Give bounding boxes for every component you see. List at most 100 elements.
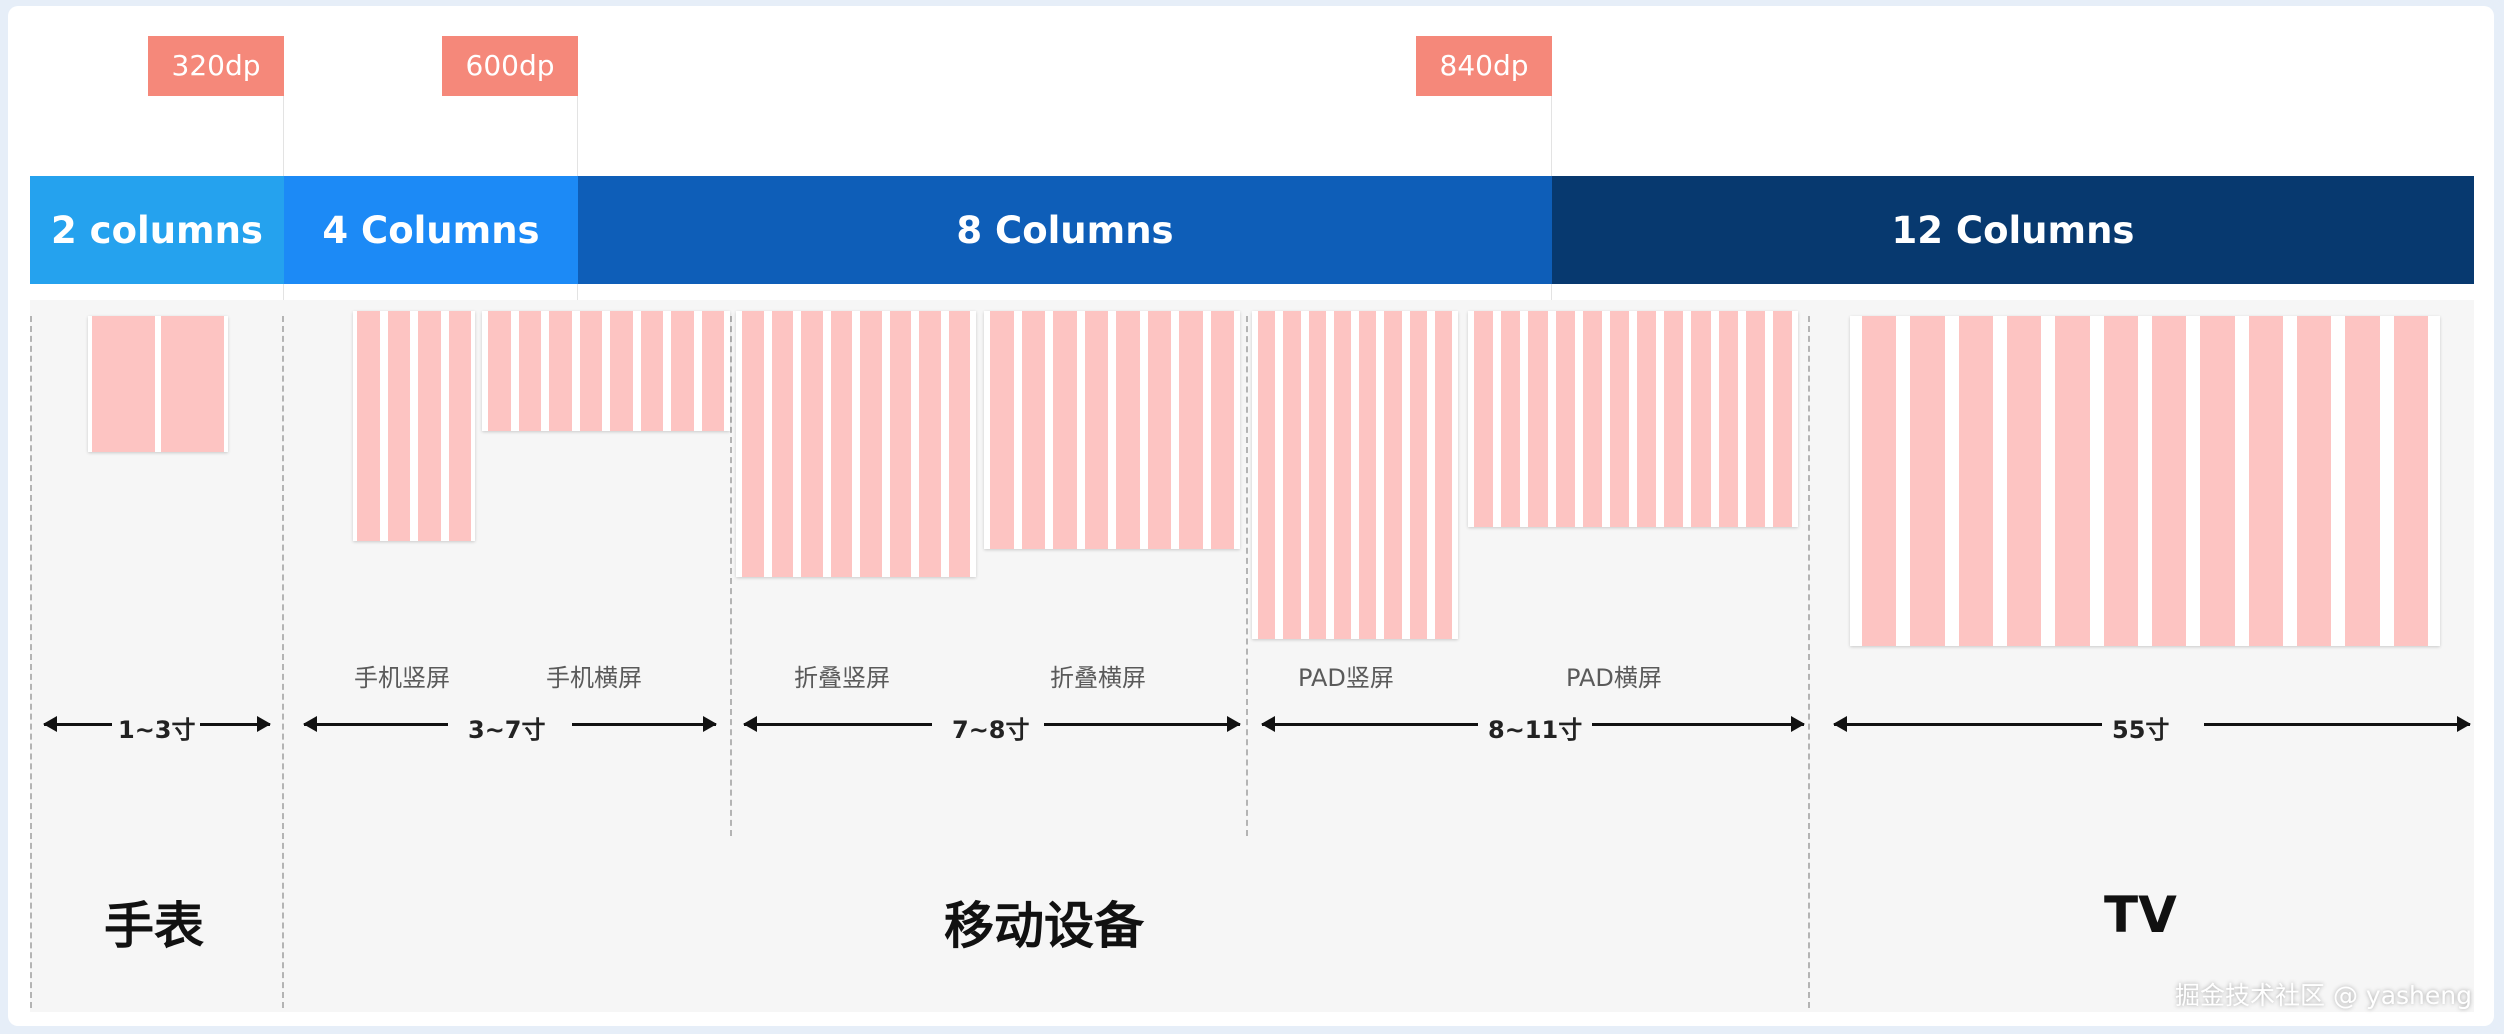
size-arrow-left	[743, 716, 932, 732]
grid-column	[1084, 311, 1108, 549]
grid-column	[1434, 311, 1452, 639]
grid-column	[2393, 316, 2428, 646]
grid-gutter	[1992, 316, 2007, 646]
grid-gutter	[1493, 311, 1502, 527]
grid-column	[1308, 311, 1326, 639]
grid-column	[1691, 311, 1711, 527]
grid-column	[418, 311, 441, 541]
grid-column	[1283, 311, 1301, 639]
grid-column	[1958, 316, 1993, 646]
size-arrow-left	[1261, 716, 1478, 732]
grid-watch	[88, 316, 228, 452]
grid-pad-landscape	[1468, 311, 1798, 527]
grid-column	[1718, 311, 1738, 527]
grid-column	[1474, 311, 1494, 527]
grid-column	[1333, 311, 1351, 639]
grid-gutter	[1076, 311, 1085, 549]
grid-gutter	[663, 311, 671, 431]
device-label-fold-portrait: 折叠竖屏	[794, 664, 890, 692]
grid-column	[1910, 316, 1945, 646]
grid-column	[701, 311, 724, 431]
category-label-watch: 手表	[104, 897, 204, 955]
grid-gutter	[1171, 311, 1179, 549]
grid-gutter	[1601, 311, 1610, 527]
grid-gutter	[881, 311, 890, 577]
grid-fold-landscape	[984, 311, 1240, 549]
grid-gutter	[1944, 316, 1959, 646]
grid-column	[161, 316, 224, 452]
grid-column	[1772, 311, 1793, 527]
grid-column	[579, 311, 602, 431]
size-label-fold: 7~8寸	[952, 716, 1030, 744]
grid-column	[1862, 316, 1897, 646]
grid-gutter	[1300, 311, 1309, 639]
grid-gutter	[852, 311, 860, 577]
grid-gutter	[2331, 316, 2346, 646]
grid-gutter	[1013, 311, 1022, 549]
device-label-phone-landscape: 手机横屏	[546, 664, 642, 692]
grid-column	[2006, 316, 2042, 646]
grid-column	[549, 311, 572, 431]
grid-column	[919, 311, 941, 577]
grid-phone-portrait	[353, 311, 475, 541]
band-12-columns: 12 Columns	[1552, 176, 2474, 284]
device-label-phone-portrait: 手机竖屏	[354, 664, 450, 692]
grid-gutter	[2041, 316, 2056, 646]
grid-gutter	[2089, 316, 2104, 646]
grid-gutter	[2186, 316, 2201, 646]
grid-gutter	[822, 311, 831, 577]
size-arrow-right	[572, 716, 717, 732]
grid-column	[1179, 311, 1203, 549]
grid-gutter	[2282, 316, 2297, 646]
grid-gutter	[632, 311, 641, 431]
size-label-pad: 8~11寸	[1488, 716, 1583, 744]
band-8-columns: 8 Columns	[578, 176, 1552, 284]
device-label-pad-portrait: PAD竖屏	[1298, 664, 1394, 692]
grid-column	[387, 311, 410, 541]
grid-gutter	[1376, 311, 1385, 639]
grid-gutter	[1520, 311, 1529, 527]
grid-column	[488, 311, 511, 431]
size-label-tv: 55寸	[2112, 716, 2170, 744]
grid-column	[1637, 311, 1657, 527]
grid-gutter	[940, 311, 949, 577]
grid-column	[1664, 311, 1684, 527]
size-arrow-right	[1044, 716, 1241, 732]
grid-gutter	[911, 311, 919, 577]
grid-gutter	[1629, 311, 1638, 527]
grid-gutter	[693, 311, 702, 431]
grid-column	[671, 311, 694, 431]
grid-column	[2200, 316, 2235, 646]
size-arrow-left	[43, 716, 112, 732]
grid-phone-landscape	[482, 311, 730, 431]
grid-column	[1147, 311, 1171, 549]
size-arrow-right	[2204, 716, 2471, 732]
grid-gutter	[1896, 316, 1911, 646]
grid-column	[1258, 311, 1276, 639]
breakpoint-tag-840: 840dp	[1416, 36, 1552, 96]
grid-column	[1384, 311, 1402, 639]
grid-column	[948, 311, 970, 577]
device-label-pad-landscape: PAD横屏	[1566, 664, 1662, 692]
grid-column	[1053, 311, 1077, 549]
separator-mobile-tv	[1808, 316, 1810, 1008]
grid-gutter	[1656, 311, 1665, 527]
grid-column	[801, 311, 823, 577]
grid-column	[742, 311, 764, 577]
grid-gutter	[1108, 311, 1116, 549]
grid-gutter	[1764, 311, 1773, 527]
grid-column	[2296, 316, 2332, 646]
grid-gutter	[1574, 311, 1583, 527]
grid-column	[2151, 316, 2187, 646]
watermark: 掘金技术社区 @ yasheng	[2175, 981, 2472, 1010]
grid-gutter	[510, 311, 519, 431]
breakpoint-tag-600: 600dp	[442, 36, 578, 96]
grid-gutter	[1045, 311, 1053, 549]
grid-gutter	[1683, 311, 1692, 527]
size-arrow-right	[1592, 716, 1805, 732]
grid-column	[640, 311, 663, 431]
grid-gutter	[1325, 311, 1334, 639]
grid-column	[1210, 311, 1234, 549]
grid-column	[1021, 311, 1045, 549]
grid-column	[1609, 311, 1630, 527]
